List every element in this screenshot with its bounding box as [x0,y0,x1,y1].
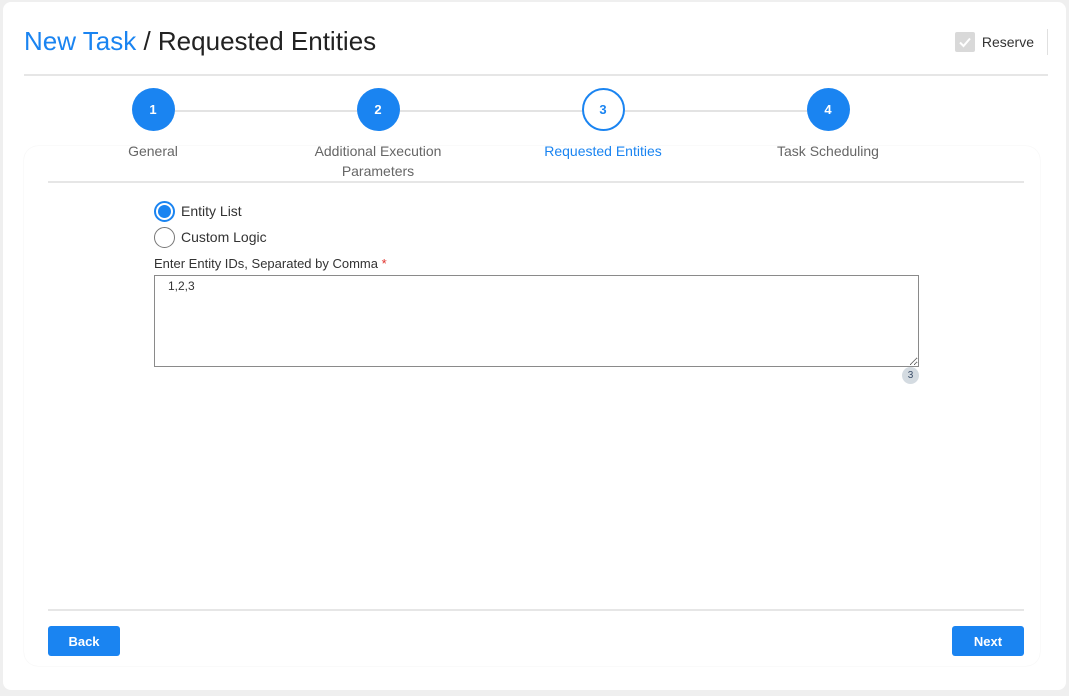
step-number-badge: 1 [131,88,175,131]
footer-divider [48,609,1024,611]
back-button[interactable]: Back [48,626,120,656]
entity-ids-label: Enter Entity IDs, Separated by Comma * [154,256,920,271]
step-label: Task Scheduling [777,143,879,159]
wizard-stepper: 1 General 2 Additional Execution Paramet… [45,88,1021,180]
radio-selected-icon[interactable] [154,200,175,222]
step-label: Additional Execution Parameters [314,143,442,179]
step-number-badge: 4 [806,88,850,131]
radio-label: Entity List [181,203,242,219]
page-header: New Task / Requested Entities Reserve [24,2,1048,76]
entity-ids-input[interactable] [154,275,919,367]
reserve-label: Reserve [981,34,1034,50]
stepper-track [153,110,828,112]
radio-label: Custom Logic [181,229,267,245]
step-requested-entities[interactable]: 3 Requested Entities [513,88,693,161]
breadcrumb-new-task-link[interactable]: New Task [24,26,136,56]
radio-custom-logic[interactable]: Custom Logic [154,225,920,249]
breadcrumb-current: Requested Entities [157,26,377,56]
stepper-divider [48,181,1024,183]
radio-unselected-icon[interactable] [154,226,175,248]
step-additional-execution-parameters[interactable]: 2 Additional Execution Parameters [288,88,468,181]
step-number-badge: 2 [356,88,400,131]
entity-count-badge: 3 [902,367,919,384]
requested-entities-form: Entity List Custom Logic Enter Entity ID… [154,199,920,384]
entity-ids-label-text: Enter Entity IDs, Separated by Comma [154,256,378,271]
step-label: General [128,143,178,159]
header-divider [1047,29,1048,55]
step-task-scheduling[interactable]: 4 Task Scheduling [738,88,918,161]
step-number-badge: 3 [581,88,625,131]
required-marker: * [381,256,387,271]
next-button[interactable]: Next [952,626,1024,656]
checkbox-checked-icon[interactable] [954,32,975,52]
page-title: New Task / Requested Entities [24,26,376,57]
reserve-checkbox[interactable]: Reserve [954,32,1034,52]
breadcrumb-separator: / [136,26,158,56]
step-general[interactable]: 1 General [63,88,243,161]
step-label: Requested Entities [544,143,662,159]
radio-entity-list[interactable]: Entity List [154,199,920,223]
